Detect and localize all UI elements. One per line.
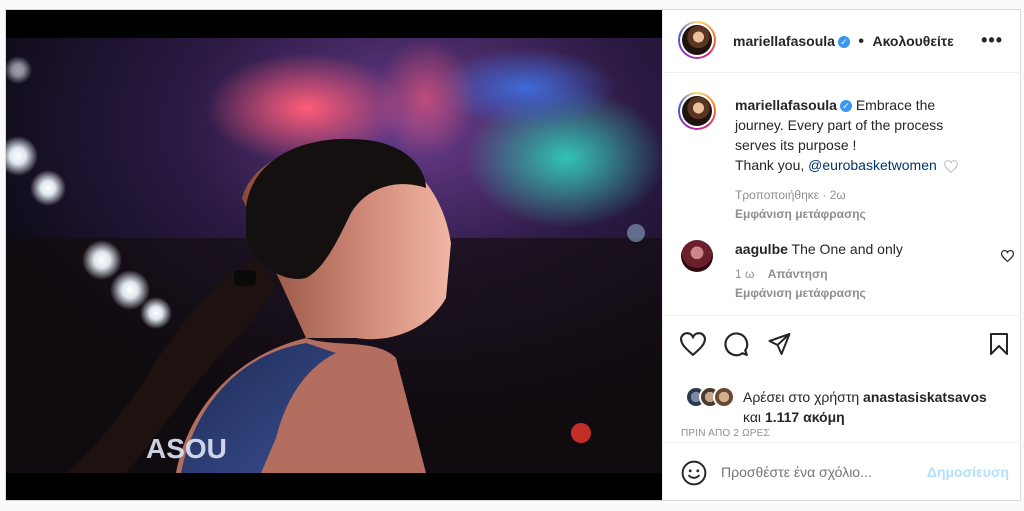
caption-avatar[interactable]: [678, 92, 716, 130]
comment-composer: Δημοσίευση: [663, 442, 1021, 501]
like-heart-icon[interactable]: [680, 332, 706, 356]
separator-dot: •: [858, 33, 864, 50]
caption-edited: Τροποποιήθηκε · 2ω: [735, 188, 846, 202]
commenter-avatar[interactable]: [681, 240, 713, 272]
author-avatar[interactable]: [678, 21, 716, 59]
emoji-smiley-icon[interactable]: [681, 460, 707, 486]
caption-translate-link[interactable]: Εμφάνιση μετάφρασης: [735, 205, 975, 223]
caption-username[interactable]: mariellafasoula: [735, 97, 837, 113]
comment-input[interactable]: [721, 460, 921, 484]
comment-age: 1 ω: [735, 267, 755, 281]
heart-outline-icon: [943, 159, 958, 173]
liker-avatar[interactable]: [713, 386, 735, 408]
save-bookmark-icon[interactable]: [989, 332, 1009, 356]
likes-count[interactable]: 1.117 ακόμη: [765, 409, 845, 425]
comment-username[interactable]: aagulbe: [735, 241, 788, 257]
post-modal: ASOU mariellafasoula ✓ • Ακολουθείτε ••• …: [5, 9, 1021, 501]
post-sidebar: mariellafasoula ✓ • Ακολουθείτε ••• marie…: [662, 10, 1021, 500]
comment-translate-link[interactable]: Εμφάνιση μετάφρασης: [735, 286, 975, 300]
jersey-text: ASOU: [146, 433, 227, 464]
caption-thanks: Thank you,: [735, 157, 809, 173]
likes-user[interactable]: anastasiskatsavos: [863, 389, 987, 405]
post-header: mariellafasoula ✓ • Ακολουθείτε •••: [663, 10, 1021, 73]
post-caption: mariellafasoula ✓ Embrace the journey. Ev…: [735, 95, 975, 223]
comment-text: The One and only: [791, 241, 903, 257]
following-button[interactable]: Ακολουθείτε: [872, 33, 953, 49]
likes-prefix: Αρέσει στο χρήστη: [743, 389, 860, 405]
likes-summary: Αρέσει στο χρήστη anastasiskatsavos και …: [743, 387, 1013, 427]
caption-mention[interactable]: @eurobasketwomen: [808, 157, 937, 173]
comment-like-heart-icon[interactable]: [1001, 250, 1014, 262]
share-paper-plane-icon[interactable]: [767, 332, 792, 356]
comment-reply-button[interactable]: Απάντηση: [768, 267, 828, 281]
verified-badge-icon: ✓: [839, 100, 852, 113]
post-media[interactable]: ASOU: [6, 10, 662, 500]
comment: aagulbe The One and only 1 ω Απάντηση Εμ…: [735, 241, 975, 300]
comment-bubble-icon[interactable]: [723, 331, 749, 357]
verified-badge-icon: ✓: [837, 35, 850, 48]
author-username[interactable]: mariellafasoula: [733, 33, 835, 49]
post-timestamp[interactable]: ΠΡΙΝ ΑΠΟ 2 ΩΡΕΣ: [681, 428, 770, 439]
more-options-icon[interactable]: •••: [981, 30, 1003, 51]
likes-and: και: [743, 409, 762, 425]
post-photo: ASOU: [6, 38, 662, 473]
publish-button[interactable]: Δημοσίευση: [927, 464, 1009, 480]
